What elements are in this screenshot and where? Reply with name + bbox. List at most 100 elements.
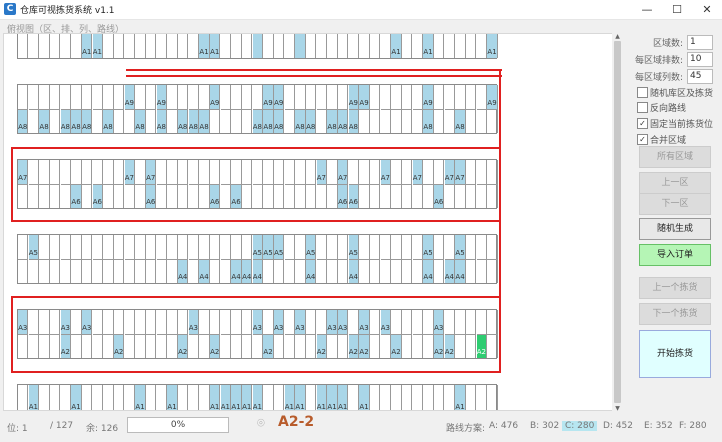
shelf-cell[interactable] <box>402 334 413 358</box>
shelf-cell[interactable] <box>156 334 168 358</box>
shelf-cell[interactable] <box>178 310 189 334</box>
shelf-cell[interactable] <box>434 259 445 283</box>
shelf-cell[interactable] <box>445 310 456 334</box>
shelf-cell[interactable] <box>125 34 136 58</box>
shelf-cell[interactable] <box>71 310 82 334</box>
shelf-cell[interactable]: A2 <box>114 334 125 358</box>
shelf-cell[interactable]: A7 <box>338 160 349 184</box>
shelf-cell[interactable] <box>327 334 338 358</box>
shelf-cell[interactable]: A5 <box>348 235 360 259</box>
shelf-cell[interactable] <box>103 160 114 184</box>
maximize-button[interactable]: ☐ <box>662 0 692 19</box>
shelf-cell[interactable] <box>124 184 136 208</box>
scroll-up-icon[interactable]: ▲ <box>612 33 623 41</box>
shelf-cell[interactable] <box>82 334 93 358</box>
shelf-cell[interactable] <box>413 310 424 334</box>
shelf-cell[interactable] <box>402 310 413 334</box>
shelf-cell[interactable] <box>466 160 477 184</box>
shelf-cell[interactable] <box>391 184 402 208</box>
shelf-cell[interactable] <box>210 259 221 283</box>
shelf-cell[interactable] <box>124 334 136 358</box>
shelf-cell[interactable] <box>157 235 168 259</box>
shelf-cell[interactable] <box>60 184 72 208</box>
shelf-cell[interactable]: A8 <box>199 109 210 133</box>
shelf-cell[interactable] <box>199 310 210 334</box>
shelf-cell[interactable] <box>124 259 136 283</box>
shelf-cell[interactable] <box>317 34 328 58</box>
shelf-cell[interactable] <box>466 184 477 208</box>
shelf-cell[interactable] <box>103 310 114 334</box>
shelf-cell[interactable]: A2 <box>434 334 445 358</box>
shelf-cell[interactable] <box>103 85 114 109</box>
shelf-cell[interactable] <box>487 235 498 259</box>
shelf-cell[interactable] <box>380 184 392 208</box>
shelf-cell[interactable] <box>167 160 178 184</box>
cols-per-zone-field[interactable]: 45 <box>687 69 713 84</box>
shelf-cell[interactable] <box>39 385 50 410</box>
shelf-cell[interactable] <box>189 235 200 259</box>
shelf-cell[interactable] <box>231 334 242 358</box>
shelf-cell[interactable] <box>146 34 157 58</box>
shelf-cell[interactable] <box>189 385 200 410</box>
shelf-cell[interactable] <box>476 259 488 283</box>
all-zones-button[interactable]: 所有区域 <box>639 146 711 168</box>
shelf-cell[interactable]: A6 <box>338 184 349 208</box>
shelf-cell[interactable] <box>306 85 317 109</box>
shelf-cell[interactable] <box>199 85 210 109</box>
shelf-cell[interactable]: A4 <box>348 259 360 283</box>
shelf-cell[interactable] <box>284 109 296 133</box>
shelf-cell[interactable] <box>50 385 61 410</box>
shelf-cell[interactable] <box>391 235 402 259</box>
shelf-cell[interactable] <box>327 160 338 184</box>
shelf-cell[interactable] <box>476 109 488 133</box>
shelf-cell[interactable] <box>167 109 178 133</box>
shelf-cell[interactable] <box>28 184 40 208</box>
shelf-cell[interactable] <box>199 184 210 208</box>
shelf-cell[interactable] <box>487 109 498 133</box>
shelf-cell[interactable] <box>221 85 232 109</box>
shelf-cell[interactable] <box>178 385 189 410</box>
shelf-cell[interactable] <box>455 184 466 208</box>
shelf-cell[interactable] <box>114 109 125 133</box>
shelf-cell[interactable] <box>263 34 274 58</box>
shelf-cell[interactable] <box>327 235 338 259</box>
shelf-cell[interactable] <box>487 334 498 358</box>
shelf-cell[interactable] <box>157 385 168 410</box>
shelf-cell[interactable] <box>93 385 104 410</box>
shelf-cell[interactable] <box>445 34 456 58</box>
shelf-cell[interactable]: A8 <box>455 109 466 133</box>
shelf-cell[interactable]: A1 <box>135 385 146 410</box>
shelf-cell[interactable] <box>29 85 40 109</box>
shelf-cell[interactable] <box>231 85 242 109</box>
shelf-cell[interactable]: A8 <box>156 109 168 133</box>
shelf-cell[interactable] <box>285 34 296 58</box>
shelf-cell[interactable]: A7 <box>146 160 157 184</box>
shelf-cell[interactable] <box>71 259 82 283</box>
shelf-cell[interactable] <box>92 259 104 283</box>
shelf-cell[interactable] <box>167 334 178 358</box>
shelf-cell[interactable]: A4 <box>252 259 264 283</box>
random-generate-button[interactable]: 随机生成 <box>639 218 711 240</box>
shelf-cell[interactable] <box>444 109 456 133</box>
shelf-cell[interactable]: A6 <box>348 184 360 208</box>
shelf-cell[interactable]: A3 <box>359 310 370 334</box>
shelf-cell[interactable] <box>252 334 264 358</box>
shelf-cell[interactable] <box>263 310 274 334</box>
shelf-cell[interactable] <box>157 34 168 58</box>
reverse-route-checkbox[interactable] <box>637 102 648 113</box>
shelf-cell[interactable]: A9 <box>210 85 221 109</box>
shelf-cell[interactable] <box>455 310 466 334</box>
shelf-cell[interactable] <box>370 235 381 259</box>
shelf-cell[interactable] <box>263 259 274 283</box>
shelf-cell[interactable] <box>359 160 370 184</box>
shelf-cell[interactable]: A2 <box>263 334 274 358</box>
shelf-cell[interactable] <box>413 85 424 109</box>
import-order-button[interactable]: 导入订单 <box>639 244 711 266</box>
shelf-cell[interactable] <box>61 34 72 58</box>
shelf-cell[interactable] <box>39 85 50 109</box>
shelf-cell[interactable] <box>189 160 200 184</box>
shelf-cell[interactable] <box>370 310 381 334</box>
shelf-cell[interactable] <box>156 259 168 283</box>
shelf-cell[interactable] <box>242 235 253 259</box>
shelf-cell[interactable]: A8 <box>274 109 285 133</box>
